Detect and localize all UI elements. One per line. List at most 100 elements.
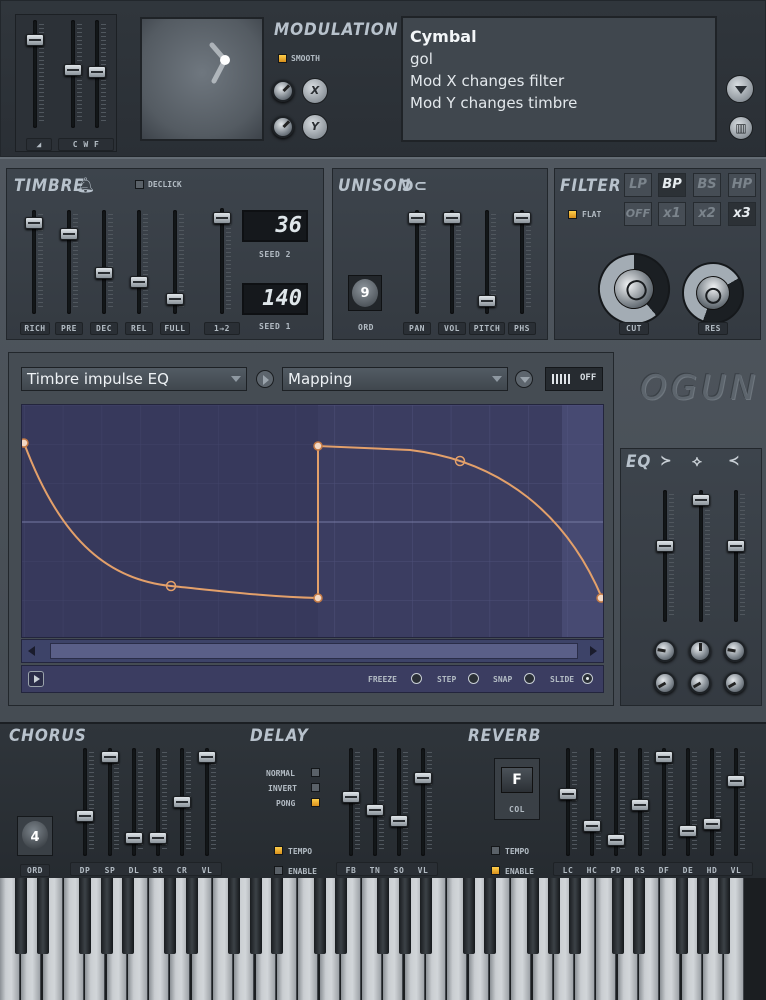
piano-black-key[interactable] <box>164 878 177 954</box>
envelope-scrollbar[interactable] <box>21 639 604 663</box>
piano-black-key[interactable] <box>185 878 198 954</box>
piano-black-key[interactable] <box>675 878 688 954</box>
envelope-graph[interactable] <box>21 404 604 638</box>
piano-black-key[interactable] <box>36 878 49 954</box>
declick-checkbox[interactable] <box>135 180 144 189</box>
envelope-target-select[interactable]: Timbre impulse EQ <box>21 367 247 391</box>
timbre-slider-dec[interactable] <box>93 210 115 314</box>
unison-slider-pitch[interactable] <box>476 210 498 314</box>
chorus-slider-vl[interactable] <box>196 748 218 856</box>
scroll-left-arrow[interactable] <box>28 646 35 656</box>
mod-x-knob[interactable] <box>272 80 294 102</box>
filter-mult-x2[interactable]: x2 <box>693 202 721 226</box>
piano-black-key[interactable] <box>547 878 560 954</box>
chorus-slider-dp[interactable] <box>74 748 96 856</box>
chorus-order-knob[interactable]: 4 <box>17 816 53 856</box>
envelope-point[interactable] <box>313 441 323 451</box>
piano-black-key[interactable] <box>249 878 262 954</box>
unison-slider-phs[interactable] <box>511 210 533 314</box>
chorus-slider-dl[interactable] <box>123 748 145 856</box>
envelope-point[interactable] <box>596 593 604 603</box>
eq-width-knob-high[interactable] <box>724 672 746 694</box>
timbre-slider-rel[interactable] <box>128 210 150 314</box>
eq-slider-mid[interactable] <box>690 490 712 622</box>
freeze-radio[interactable] <box>411 673 422 684</box>
filter-mult-x1[interactable]: x1 <box>658 202 686 226</box>
eq-width-knob-low[interactable] <box>654 672 676 694</box>
reverb-slider-pd[interactable] <box>605 748 627 856</box>
piano-black-key[interactable] <box>696 878 709 954</box>
smooth-checkbox[interactable] <box>278 54 287 63</box>
reverb-slider-rs[interactable] <box>629 748 651 856</box>
mod-x-button[interactable]: X <box>302 78 328 104</box>
piano-black-key[interactable] <box>611 878 624 954</box>
piano-black-key[interactable] <box>270 878 283 954</box>
scroll-right-arrow[interactable] <box>590 646 597 656</box>
piano-black-key[interactable] <box>15 878 28 954</box>
reverb-color-button[interactable]: F <box>501 767 533 793</box>
delay-mode-normal-checkbox[interactable] <box>311 768 320 777</box>
slide-radio[interactable] <box>582 673 593 684</box>
timbre-slider-rich[interactable] <box>23 210 45 314</box>
filter-mult-x3[interactable]: x3 <box>728 202 756 226</box>
reverb-slider-lc[interactable] <box>557 748 579 856</box>
filter-type-bs[interactable]: BS <box>693 173 721 197</box>
filter-type-hp[interactable]: HP <box>728 173 756 197</box>
preset-dropdown-button[interactable] <box>726 75 754 103</box>
filter-off-button[interactable]: OFF <box>624 202 652 226</box>
flat-checkbox[interactable] <box>568 210 577 219</box>
timbre-slider-full[interactable] <box>164 210 186 314</box>
seed1-display[interactable]: 140 <box>242 283 308 315</box>
eq-freq-knob-high[interactable] <box>724 640 746 662</box>
eq-width-knob-mid[interactable] <box>689 672 711 694</box>
mod-y-knob[interactable] <box>272 116 294 138</box>
reverb-slider-df[interactable] <box>653 748 675 856</box>
piano-black-key[interactable] <box>398 878 411 954</box>
chorus-slider-sr[interactable] <box>147 748 169 856</box>
xy-pad-cursor[interactable] <box>142 19 262 139</box>
delay-slider-so[interactable] <box>388 748 410 856</box>
filter-type-bp[interactable]: BP <box>658 173 686 197</box>
envelope-play-icon[interactable] <box>28 671 44 687</box>
play-arrow-icon[interactable] <box>256 370 274 388</box>
piano-black-key[interactable] <box>228 878 241 954</box>
piano-black-key[interactable] <box>79 878 92 954</box>
delay-enable-checkbox[interactable] <box>274 866 283 875</box>
chorus-slider-sp[interactable] <box>99 748 121 856</box>
piano-roll-icon[interactable]: ▥ <box>729 116 753 140</box>
filter-type-lp[interactable]: LP <box>624 173 652 197</box>
piano-black-key[interactable] <box>462 878 475 954</box>
eq-slider-low[interactable] <box>654 490 676 622</box>
step-radio[interactable] <box>468 673 479 684</box>
delay-mode-invert-checkbox[interactable] <box>311 783 320 792</box>
scroll-thumb[interactable] <box>50 643 578 659</box>
piano-black-key[interactable] <box>313 878 326 954</box>
timbre-slider-pre[interactable] <box>58 210 80 314</box>
eq-slider-high[interactable] <box>725 490 747 622</box>
timbre-mix-slider[interactable] <box>211 208 233 314</box>
delay-slider-fb[interactable] <box>340 748 362 856</box>
master-slider-1[interactable] <box>24 20 46 128</box>
mapping-menu-button[interactable] <box>515 370 533 388</box>
piano-black-key[interactable] <box>334 878 347 954</box>
piano-black-key[interactable] <box>121 878 134 954</box>
mod-y-button[interactable]: Y <box>302 114 328 140</box>
chorus-slider-cr[interactable] <box>171 748 193 856</box>
piano-black-key[interactable] <box>526 878 539 954</box>
unison-slider-vol[interactable] <box>441 210 463 314</box>
seed2-display[interactable]: 36 <box>242 210 308 242</box>
delay-mode-pong-checkbox[interactable] <box>311 798 320 807</box>
reverb-tempo-checkbox[interactable] <box>491 846 500 855</box>
eq-freq-knob-mid[interactable] <box>689 640 711 662</box>
master-slider-3[interactable] <box>86 20 108 128</box>
piano-black-key[interactable] <box>569 878 582 954</box>
piano-black-key[interactable] <box>100 878 113 954</box>
piano-black-key[interactable] <box>377 878 390 954</box>
delay-tempo-checkbox[interactable] <box>274 846 283 855</box>
snap-radio[interactable] <box>524 673 535 684</box>
delay-slider-vl[interactable] <box>412 748 434 856</box>
piano-black-key[interactable] <box>633 878 645 954</box>
reverb-slider-hd[interactable] <box>701 748 723 856</box>
envelope-mapping-select[interactable]: Mapping <box>282 367 508 391</box>
reverb-slider-hc[interactable] <box>581 748 603 856</box>
